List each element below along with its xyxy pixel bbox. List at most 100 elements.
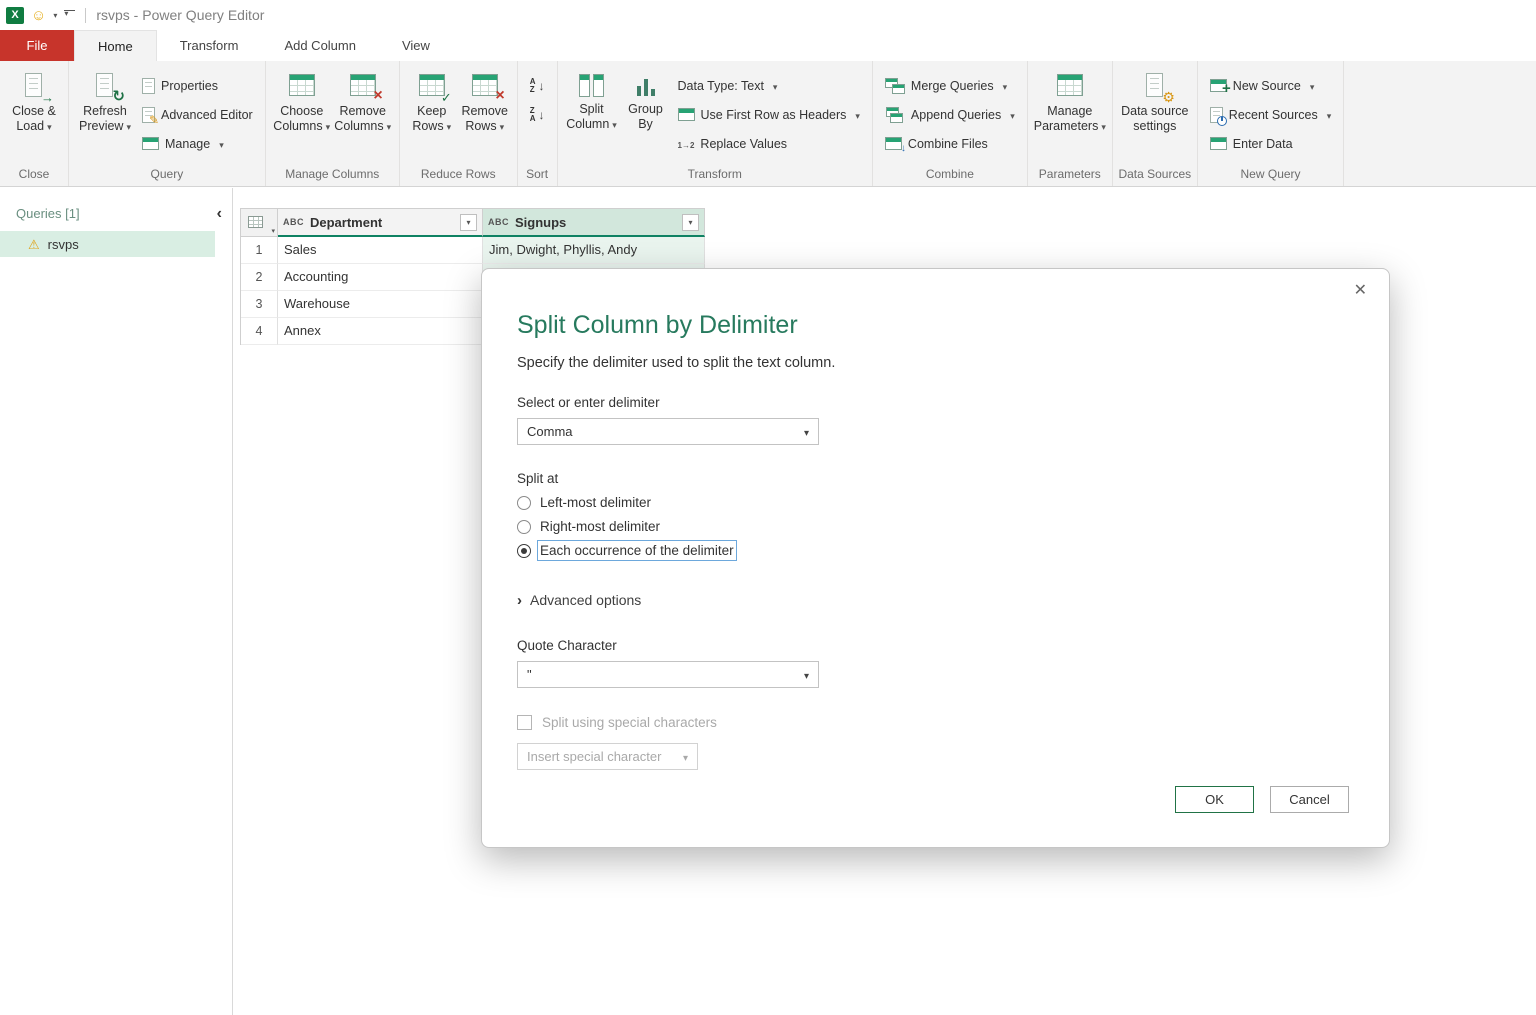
cell-department[interactable]: Annex xyxy=(278,318,483,345)
new-source-label: New Source xyxy=(1232,78,1301,93)
column-header-department[interactable]: ABC Department xyxy=(278,208,483,237)
chevron-down-icon xyxy=(683,749,688,764)
group-caption-query: Query xyxy=(150,167,184,181)
ribbon-group-new-query: New Source Recent Sources Enter Data New… xyxy=(1198,61,1345,186)
use-first-row-as-headers-button[interactable]: Use First Row as Headers xyxy=(673,102,865,127)
chevron-down-icon xyxy=(804,424,809,439)
sort-arrow-icon xyxy=(539,79,545,93)
enter-data-label: Enter Data xyxy=(1232,136,1293,151)
radio-each-occurrence[interactable]: Each occurrence of the delimiter xyxy=(517,540,737,561)
column-header-signups[interactable]: ABC Signups xyxy=(483,208,705,237)
select-all-corner-button[interactable] xyxy=(241,208,278,237)
append-queries-label: Append Queries xyxy=(910,107,1002,122)
delimiter-label: Select or enter delimiter xyxy=(517,395,660,410)
remove-rows-button[interactable]: Remove Rows xyxy=(460,65,510,135)
keep-rows-button[interactable]: Keep Rows xyxy=(407,65,457,135)
cell-department[interactable]: Accounting xyxy=(278,264,483,291)
warning-icon xyxy=(28,238,40,251)
dropdown-caret-icon xyxy=(609,117,617,131)
customize-quick-access-toolbar-icon[interactable] xyxy=(64,9,76,20)
dropdown-caret-icon xyxy=(323,119,331,133)
choose-columns-button[interactable]: Choose Columns xyxy=(273,65,331,135)
quote-character-select[interactable]: " xyxy=(517,661,819,688)
new-source-button[interactable]: New Source xyxy=(1205,73,1336,98)
ribbon-group-close: Close & Load Close xyxy=(0,61,69,186)
manage-parameters-button[interactable]: Manage Parameters xyxy=(1034,65,1106,135)
queries-pane: Queries [1] rsvps xyxy=(0,188,233,1015)
feedback-dropdown-caret-icon[interactable] xyxy=(53,11,57,20)
group-by-button[interactable]: Group By xyxy=(622,65,670,132)
sort-ascending-button[interactable] xyxy=(525,73,550,98)
data-source-settings-icon xyxy=(1140,72,1170,99)
merge-queries-label: Merge Queries xyxy=(910,78,994,93)
manage-button[interactable]: Manage xyxy=(137,131,258,156)
row-number[interactable]: 4 xyxy=(241,318,278,345)
properties-button[interactable]: Properties xyxy=(137,73,258,98)
ribbon: Close & Load Close Refresh Preview Prope… xyxy=(0,61,1536,187)
refresh-preview-label: Refresh Preview xyxy=(79,104,127,133)
combine-files-button[interactable]: Combine Files xyxy=(880,131,1020,156)
titlebar: X rsvps - Power Query Editor xyxy=(0,0,1536,30)
choose-columns-label: Choose Columns xyxy=(273,104,324,133)
group-caption-manage-columns: Manage Columns xyxy=(285,167,380,181)
group-caption-sort: Sort xyxy=(526,167,549,181)
tab-add-column[interactable]: Add Column xyxy=(261,30,379,61)
append-queries-button[interactable]: Append Queries xyxy=(880,102,1020,127)
merge-queries-icon xyxy=(884,77,905,94)
tab-view[interactable]: View xyxy=(379,30,453,61)
filter-dropdown-button[interactable] xyxy=(460,213,477,231)
cell-department[interactable]: Warehouse xyxy=(278,291,483,318)
ribbon-group-parameters: Manage Parameters Parameters xyxy=(1028,61,1113,186)
row-number[interactable]: 1 xyxy=(241,237,278,264)
refresh-preview-button[interactable]: Refresh Preview xyxy=(76,65,134,135)
cancel-button[interactable]: Cancel xyxy=(1270,786,1349,813)
ribbon-group-data-sources: Data source settings Data Sources xyxy=(1113,61,1198,186)
advanced-options-toggle[interactable]: Advanced options xyxy=(517,592,641,608)
data-source-settings-button[interactable]: Data source settings xyxy=(1120,65,1190,134)
group-caption-close: Close xyxy=(18,167,50,181)
close-and-load-button[interactable]: Close & Load xyxy=(7,65,61,135)
split-special-characters-checkbox: Split using special characters xyxy=(517,715,717,730)
choose-columns-icon xyxy=(287,72,317,99)
close-icon[interactable] xyxy=(1354,283,1367,299)
dialog-title: Split Column by Delimiter xyxy=(517,311,798,339)
replace-values-button[interactable]: Replace Values xyxy=(673,131,865,156)
tab-file[interactable]: File xyxy=(0,30,74,61)
close-and-load-icon xyxy=(19,72,49,99)
enter-data-button[interactable]: Enter Data xyxy=(1205,131,1336,156)
merge-queries-button[interactable]: Merge Queries xyxy=(880,73,1020,98)
advanced-editor-button[interactable]: Advanced Editor xyxy=(137,102,258,127)
sort-arrow-icon xyxy=(539,108,545,122)
quote-character-label: Quote Character xyxy=(517,638,617,653)
cell-department[interactable]: Sales xyxy=(278,237,483,264)
split-column-button[interactable]: Split Column xyxy=(565,65,619,133)
delimiter-select[interactable]: Comma xyxy=(517,418,819,445)
recent-sources-button[interactable]: Recent Sources xyxy=(1205,102,1336,127)
filter-dropdown-button[interactable] xyxy=(682,213,699,231)
tab-home[interactable]: Home xyxy=(74,30,157,61)
remove-columns-button[interactable]: Remove Columns xyxy=(334,65,392,135)
recent-sources-label: Recent Sources xyxy=(1228,107,1318,122)
table-icon xyxy=(248,216,263,228)
row-number[interactable]: 2 xyxy=(241,264,278,291)
collapse-pane-icon[interactable] xyxy=(217,207,222,221)
sort-descending-button[interactable] xyxy=(525,102,550,127)
radio-label: Each occurrence of the delimiter xyxy=(537,540,737,561)
ok-button[interactable]: OK xyxy=(1175,786,1254,813)
excel-app-icon: X xyxy=(6,6,24,24)
split-column-label: Split Column xyxy=(566,102,610,131)
query-list-item-rsvps[interactable]: rsvps xyxy=(0,231,215,257)
group-caption-new-query: New Query xyxy=(1240,167,1301,181)
dropdown-caret-icon xyxy=(1307,79,1315,93)
tab-transform[interactable]: Transform xyxy=(157,30,262,61)
cell-signups[interactable]: Jim, Dwight, Phyllis, Andy xyxy=(483,237,705,264)
row-number[interactable]: 3 xyxy=(241,291,278,318)
group-by-label: Group By xyxy=(628,102,663,131)
feedback-smiley-icon[interactable] xyxy=(31,8,46,23)
split-column-icon xyxy=(577,74,607,97)
data-type-button[interactable]: Data Type: Text xyxy=(673,73,865,98)
split-at-label: Split at xyxy=(517,471,559,486)
combine-files-label: Combine Files xyxy=(907,136,988,151)
radio-right-most-delimiter[interactable]: Right-most delimiter xyxy=(517,519,660,534)
radio-left-most-delimiter[interactable]: Left-most delimiter xyxy=(517,495,651,510)
